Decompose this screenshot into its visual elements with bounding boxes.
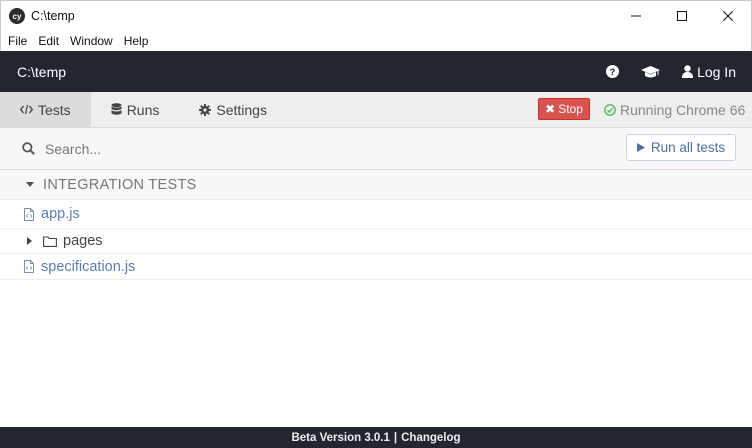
close-icon [723,11,733,21]
version-label: Beta Version 3.0.1 [291,431,390,444]
tab-settings[interactable]: Settings [179,92,287,128]
spec-file-row[interactable]: specification.js [0,254,752,280]
tab-tests-label: Tests [38,101,71,118]
code-icon [20,104,33,115]
project-path: C:\temp [17,63,67,80]
gear-icon [199,103,212,116]
search-icon [22,142,35,155]
window-titlebar: cy C:\temp [0,0,752,31]
svg-text:?: ? [610,67,616,77]
docs-button[interactable] [641,65,661,79]
logo-text: cy [12,11,22,21]
login-button[interactable]: Log In [682,64,736,80]
graduation-cap-icon [641,65,661,77]
menu-edit[interactable]: Edit [34,34,63,48]
spec-group-label: INTEGRATION TESTS [43,176,197,193]
changelog-link[interactable]: Changelog [401,432,460,444]
window-title: C:\temp [31,9,75,23]
tab-tests[interactable]: Tests [0,91,91,128]
file-code-icon [24,207,34,221]
cypress-logo-icon: cy [9,8,25,24]
help-icon: ? [606,65,620,78]
minimize-icon [631,15,641,17]
menu-window[interactable]: Window [66,34,117,48]
minimize-button[interactable] [613,1,659,31]
footer-separator: | [393,431,398,444]
browser-status: Running Chrome 66 [604,92,745,128]
tab-runs[interactable]: Runs [91,92,180,128]
spec-group-header[interactable]: INTEGRATION TESTS [0,170,752,200]
folder-icon [43,235,57,247]
menu-help[interactable]: Help [120,34,153,48]
header-actions: ? Log In [606,51,752,92]
tab-bar: Tests Runs Settings ✖ Stop Running Chrom… [0,91,752,128]
user-icon [682,65,694,78]
maximize-button[interactable] [659,1,705,31]
spec-file-label: app.js [41,206,80,222]
spec-file-row[interactable]: app.js [0,200,752,229]
run-all-button[interactable]: Run all tests [626,134,736,161]
stop-button[interactable]: ✖ Stop [538,98,590,120]
search-input[interactable] [45,140,345,157]
tab-settings-label: Settings [216,101,267,118]
play-icon [636,143,645,152]
close-button[interactable] [705,1,751,31]
window-controls [613,1,751,31]
running-label: Running Chrome 66 [620,102,746,118]
close-x-icon: ✖ [545,102,556,116]
help-button[interactable]: ? [606,65,620,78]
login-label: Log In [697,63,736,80]
menu-file[interactable]: File [4,34,31,48]
caret-down-icon [26,182,34,187]
spec-folder-label: pages [63,233,103,249]
menu-bar: File Edit Window Help [0,31,752,51]
footer-bar: Beta Version 3.0.1 | Changelog [0,427,752,448]
caret-right-icon [27,237,32,245]
search-bar: Run all tests [0,128,752,170]
database-icon [111,103,122,116]
spec-file-label: specification.js [41,258,136,275]
check-circle-icon [604,104,616,116]
spec-folder-row[interactable]: pages [0,229,752,254]
stop-label: Stop [558,102,583,116]
run-all-label: Run all tests [650,140,726,155]
file-code-icon [24,260,34,273]
tab-runs-label: Runs [126,101,160,118]
maximize-icon [677,11,687,21]
app-header: C:\temp ? Log In [0,51,752,92]
